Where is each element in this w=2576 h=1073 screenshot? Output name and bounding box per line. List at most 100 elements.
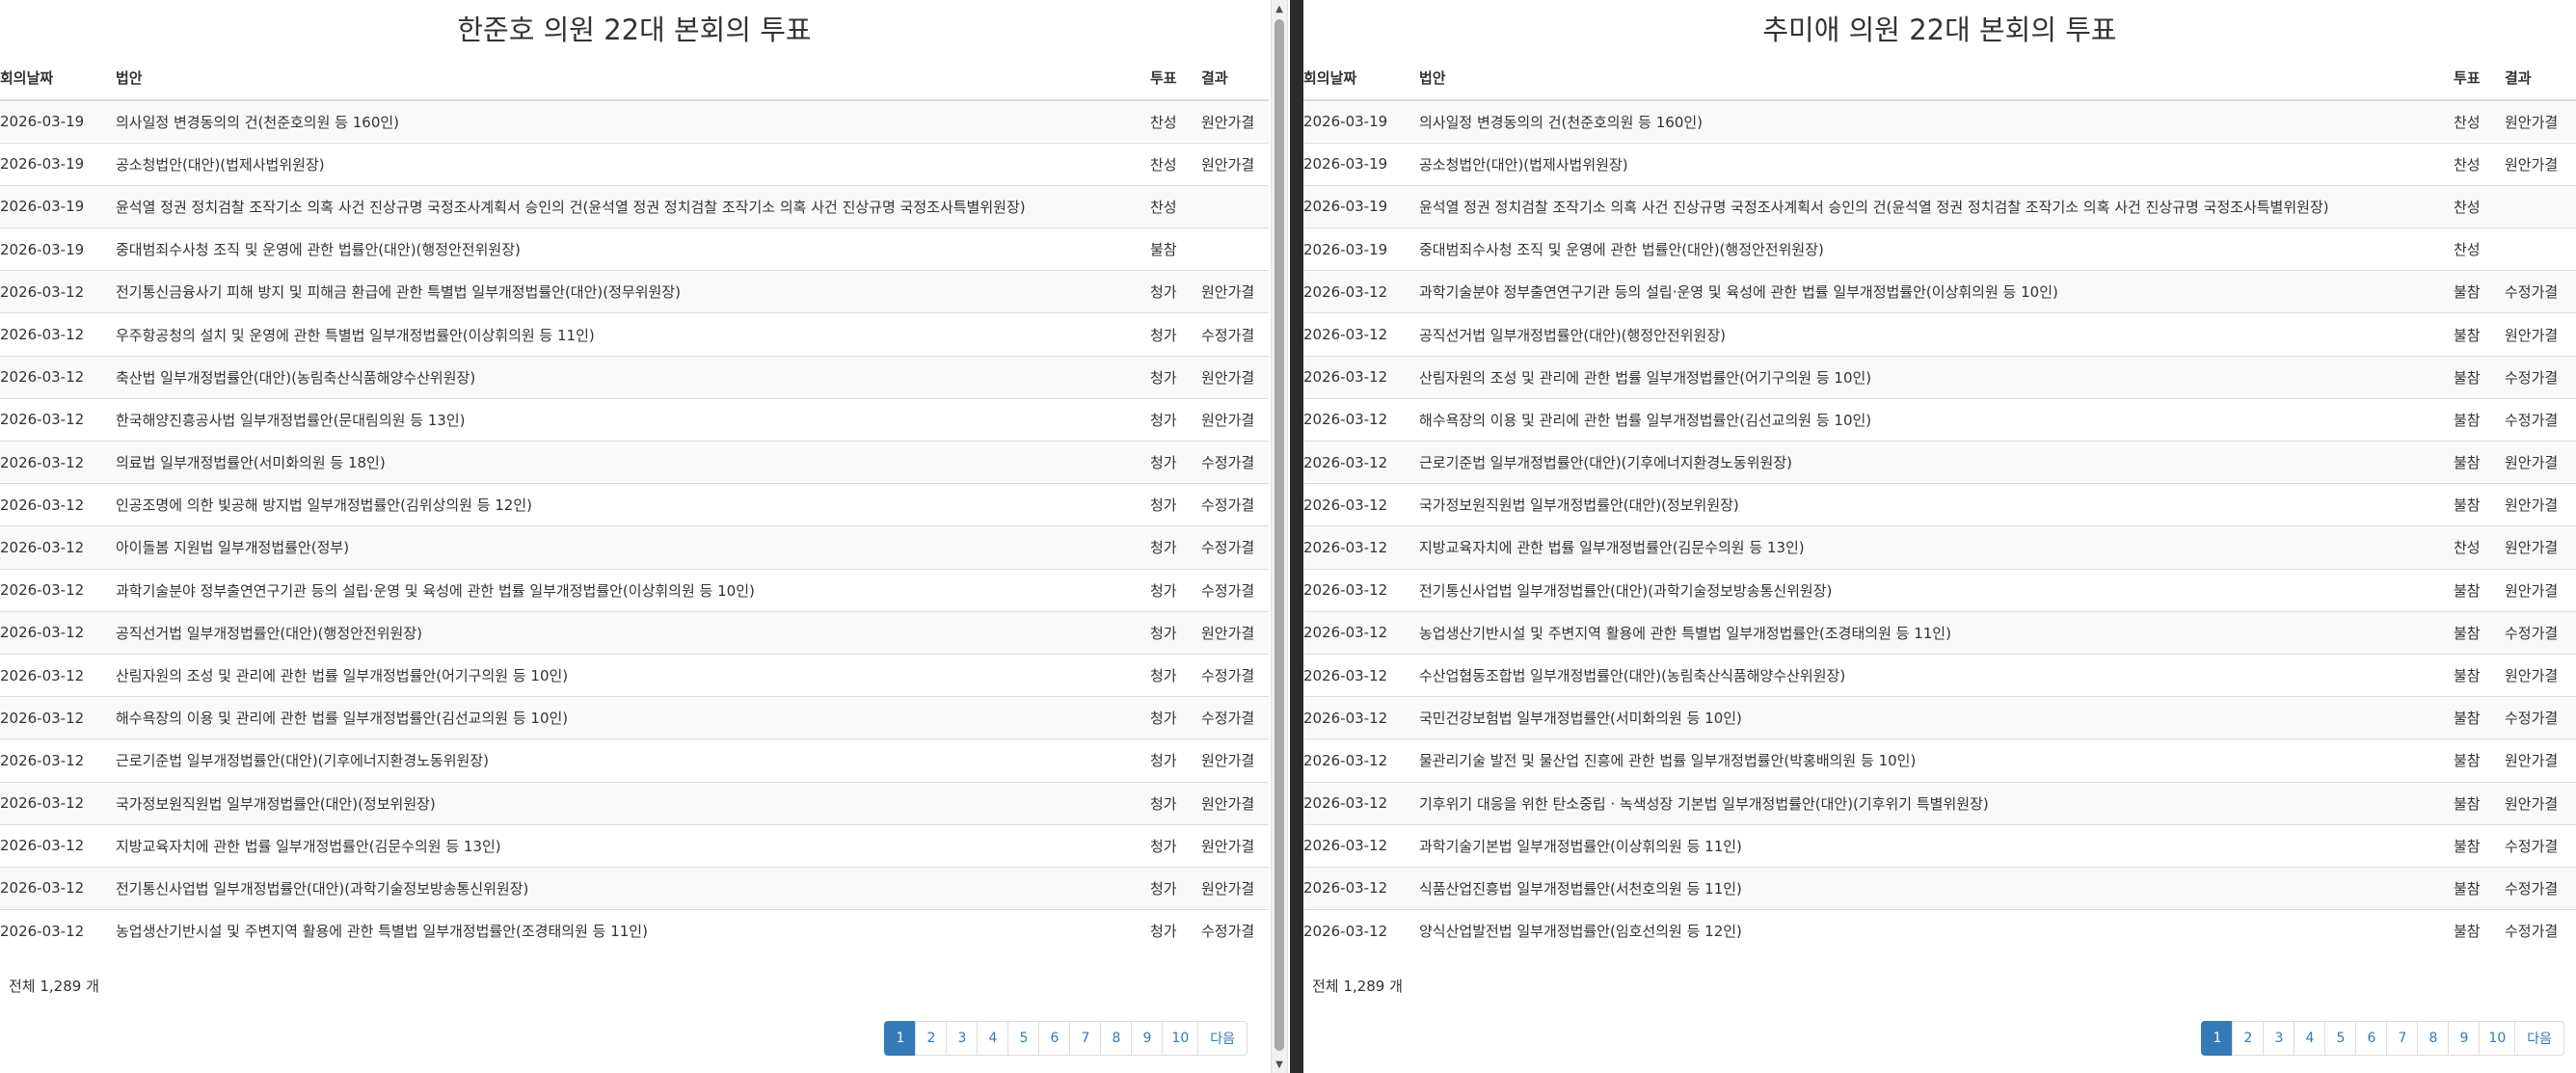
page-button-2[interactable]: 2 [915, 1021, 948, 1056]
cell-result: 원안가결 [2505, 440, 2576, 484]
total-count: 전체 1,289 개 [9, 978, 99, 995]
next-page-button[interactable]: 다음 [2514, 1021, 2564, 1056]
cell-date: 2026-03-19 [1303, 184, 1419, 228]
cell-bill: 과학기술분야 정부출연연구기관 등의 설립·운영 및 육성에 관한 법률 일부개… [116, 568, 1150, 612]
page-button-3[interactable]: 3 [2263, 1021, 2295, 1056]
cell-vote: 찬성 [2454, 99, 2505, 144]
table-row: 2026-03-12 국가정보원직원법 일부개정법률안(대안)(정보위원장) 불참 원… [1303, 483, 2576, 526]
cell-date: 2026-03-12 [0, 440, 116, 484]
scrollbar-thumb[interactable] [1275, 19, 1284, 1051]
table-row: 2026-03-12 의료법 일부개정법률안(서미화의원 등 18인) 청가 수정가결 [0, 440, 1269, 484]
page-button-8[interactable]: 8 [2417, 1021, 2450, 1056]
cell-date: 2026-03-12 [1303, 738, 1419, 782]
page-button-5[interactable]: 5 [2324, 1021, 2357, 1056]
pane-divider-handle[interactable] [1290, 0, 1303, 1073]
cell-vote: 불참 [2454, 312, 2505, 357]
cell-bill: 중대범죄수사청 조직 및 운영에 관한 법률안(대안)(행정안전위원장) [116, 228, 1150, 271]
cell-bill: 인공조명에 의한 빛공해 방지법 일부개정법률안(김위상의원 등 12인) [116, 483, 1150, 526]
cell-result: 원안가결 [1201, 99, 1269, 144]
table-row: 2026-03-12 과학기술기본법 일부개정법률안(이상휘의원 등 11인) 불참… [1303, 823, 2576, 868]
cell-result: 수정가결 [2505, 610, 2576, 655]
page-button-9[interactable]: 9 [2448, 1021, 2481, 1056]
page-button-2[interactable]: 2 [2232, 1021, 2265, 1056]
page-button-4[interactable]: 4 [977, 1021, 1009, 1056]
cell-date: 2026-03-12 [1303, 270, 1419, 313]
cell-vote: 찬성 [2454, 184, 2505, 228]
page-button-7[interactable]: 7 [1069, 1021, 1102, 1056]
cell-vote: 청가 [1150, 525, 1201, 570]
page-button-10[interactable]: 10 [1162, 1021, 1199, 1056]
cell-date: 2026-03-12 [1303, 823, 1419, 868]
cell-date: 2026-03-12 [1303, 483, 1419, 526]
vote-table: 회의날짜 법안 투표 결과 2026-03-19 의사일정 변경동의의 건(천준호… [1303, 56, 2576, 952]
cell-date: 2026-03-12 [0, 610, 116, 655]
scroll-up-arrow-icon[interactable]: ▲ [1272, 0, 1287, 17]
table-row: 2026-03-12 우주항공청의 설치 및 운영에 관한 특별법 일부개정법률안… [0, 312, 1269, 357]
table-row: 2026-03-12 국가정보원직원법 일부개정법률안(대안)(정보위원장) 청가 원… [0, 781, 1269, 825]
page-button-8[interactable]: 8 [1100, 1021, 1133, 1056]
table-row: 2026-03-12 과학기술분야 정부출연연구기관 등의 설립·운영 및 육성에… [0, 568, 1269, 612]
cell-bill: 축산법 일부개정법률안(대안)(농림축산식품해양수산위원장) [116, 355, 1150, 399]
cell-result: 수정가결 [2505, 866, 2576, 910]
cell-date: 2026-03-12 [0, 312, 116, 357]
left-pane-scrollbar[interactable]: ▲ ▼ [1271, 0, 1288, 1073]
cell-bill: 식품산업진흥법 일부개정법률안(서천호의원 등 11인) [1419, 866, 2454, 910]
cell-vote: 청가 [1150, 653, 1201, 697]
column-header-date: 회의날짜 [0, 56, 116, 101]
column-header-result: 결과 [1201, 56, 1269, 101]
page-button-7[interactable]: 7 [2386, 1021, 2419, 1056]
table-row: 2026-03-12 근로기준법 일부개정법률안(대안)(기후에너지환경노동위원장… [0, 738, 1269, 782]
cell-bill: 수산업협동조합법 일부개정법률안(대안)(농림축산식품해양수산위원장) [1419, 653, 2454, 697]
page-button-1[interactable]: 1 [2201, 1021, 2234, 1056]
cell-result [2505, 184, 2576, 228]
cell-bill: 산림자원의 조성 및 관리에 관한 법률 일부개정법률안(어기구의원 등 10인… [116, 653, 1150, 697]
column-header-date: 회의날짜 [1303, 56, 1419, 101]
page-button-3[interactable]: 3 [946, 1021, 979, 1056]
cell-bill: 해수욕장의 이용 및 관리에 관한 법률 일부개정법률안(김선교의원 등 10인… [1419, 397, 2454, 442]
total-count: 전체 1,289 개 [1312, 978, 1403, 995]
cell-vote: 청가 [1150, 312, 1201, 357]
cell-date: 2026-03-12 [0, 525, 116, 570]
table-header-row: 회의날짜 법안 투표 결과 [1303, 56, 2576, 101]
page-button-1[interactable]: 1 [884, 1021, 917, 1056]
cell-date: 2026-03-12 [0, 781, 116, 825]
pagination: 1 2 3 4 5 6 7 8 9 10 다음 [884, 1021, 1248, 1056]
cell-result: 원안가결 [1201, 355, 1269, 399]
next-page-button[interactable]: 다음 [1197, 1021, 1248, 1056]
page-button-9[interactable]: 9 [1131, 1021, 1164, 1056]
cell-vote: 청가 [1150, 738, 1201, 782]
cell-result: 원안가결 [1201, 738, 1269, 782]
cell-vote: 청가 [1150, 610, 1201, 655]
page-button-10[interactable]: 10 [2479, 1021, 2516, 1056]
cell-result: 수정가결 [2505, 823, 2576, 868]
cell-date: 2026-03-19 [0, 228, 116, 271]
cell-date: 2026-03-12 [0, 270, 116, 313]
page-title: 추미애 의원 22대 본회의 투표 [1762, 13, 2117, 46]
page-button-6[interactable]: 6 [2355, 1021, 2388, 1056]
table-row: 2026-03-12 공직선거법 일부개정법률안(대안)(행정안전위원장) 불참 원안… [1303, 312, 2576, 357]
cell-date: 2026-03-19 [0, 99, 116, 144]
page-button-4[interactable]: 4 [2294, 1021, 2326, 1056]
scroll-down-arrow-icon[interactable]: ▼ [1272, 1056, 1287, 1073]
cell-vote: 불참 [2454, 568, 2505, 612]
table-row: 2026-03-19 중대범죄수사청 조직 및 운영에 관한 법률안(대안)(행정… [1303, 228, 2576, 271]
cell-bill: 공직선거법 일부개정법률안(대안)(행정안전위원장) [1419, 312, 2454, 357]
cell-result: 원안가결 [2505, 142, 2576, 186]
cell-vote: 찬성 [2454, 142, 2505, 186]
cell-vote: 불참 [2454, 653, 2505, 697]
table-row: 2026-03-12 지방교육자치에 관한 법률 일부개정법률안(김문수의원 등 … [1303, 525, 2576, 570]
cell-bill: 아이돌봄 지원법 일부개정법률안(정부) [116, 525, 1150, 570]
page-button-6[interactable]: 6 [1038, 1021, 1071, 1056]
cell-date: 2026-03-12 [0, 568, 116, 612]
cell-vote: 찬성 [2454, 525, 2505, 570]
cell-date: 2026-03-19 [0, 142, 116, 186]
cell-result: 원안가결 [1201, 142, 1269, 186]
page-title: 한준호 의원 22대 본회의 투표 [457, 13, 812, 46]
table-row: 2026-03-19 공소청법안(대안)(법제사법위원장) 찬성 원안가결 [1303, 142, 2576, 186]
cell-result: 수정가결 [1201, 909, 1269, 952]
page-button-5[interactable]: 5 [1007, 1021, 1040, 1056]
cell-date: 2026-03-12 [1303, 312, 1419, 357]
cell-date: 2026-03-12 [1303, 781, 1419, 825]
cell-result: 수정가결 [1201, 312, 1269, 357]
cell-result: 수정가결 [2505, 909, 2576, 952]
